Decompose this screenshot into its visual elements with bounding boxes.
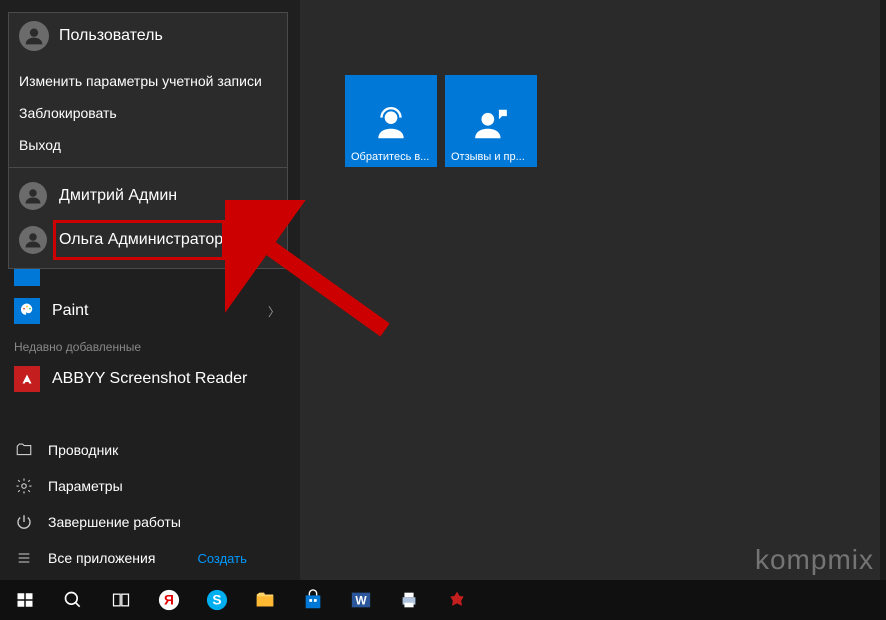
chevron-right-icon: 〉 [268,303,280,320]
settings-label: Параметры [48,478,123,494]
power-button[interactable]: Завершение работы [0,504,300,540]
start-bottom-menu: Проводник Параметры Завершение работы Вс… [0,432,300,580]
taskbar-skype[interactable]: S [194,580,240,620]
watermark: kompmix [755,544,874,576]
yandex-icon: Я [157,588,181,612]
user-avatar-icon [19,21,49,51]
app-item-paint[interactable]: Paint 〉 [0,292,300,330]
start-tiles-area: Обратитесь в... Отзывы и пр... [345,75,537,167]
switch-user-olga[interactable]: Ольга Администратор [9,218,287,262]
tile-label: Обратитесь в... [351,151,431,163]
svg-text:Я: Я [164,593,174,608]
user-account-popup: Пользователь Изменить параметры учетной … [8,12,288,269]
user-avatar-icon [19,226,47,254]
start-button[interactable] [2,580,48,620]
feedback-person-icon [471,104,511,144]
skype-icon: S [205,588,229,612]
all-apps-label[interactable]: Все приложения [48,550,155,566]
taskbar: Я S W [0,580,886,620]
settings-button[interactable]: Параметры [0,468,300,504]
search-button[interactable] [50,580,96,620]
all-apps-row: Все приложения Создать [0,540,300,576]
word-icon: W [349,588,373,612]
user-name-label: Ольга Администратор [59,231,223,249]
search-icon [61,588,85,612]
change-account-settings[interactable]: Изменить параметры учетной записи [9,65,287,97]
paint-icon [14,298,40,324]
taskbar-word[interactable]: W [338,580,384,620]
switch-user-dmitry[interactable]: Дмитрий Админ [9,174,287,218]
user-name-label: Дмитрий Админ [59,187,177,205]
explorer-button[interactable]: Проводник [0,432,300,468]
create-link[interactable]: Создать [197,551,246,566]
all-apps-icon[interactable] [14,548,34,568]
popup-divider [9,167,287,168]
tile-contact-support[interactable]: Обратитесь в... [345,75,437,167]
explorer-label: Проводник [48,442,118,458]
app-label: ABBYY Screenshot Reader [52,370,247,388]
taskbar-explorer[interactable] [242,580,288,620]
tile-label: Отзывы и пр... [451,151,531,163]
taskbar-store[interactable] [290,580,336,620]
red-app-icon [445,588,469,612]
start-menu-panel: Пользователь Изменить параметры учетной … [0,0,300,580]
store-icon [301,588,325,612]
task-view-icon [109,588,133,612]
app-label: Paint [52,302,88,320]
folder-icon [14,440,34,460]
tile-feedback[interactable]: Отзывы и пр... [445,75,537,167]
abbyy-icon [14,366,40,392]
lock-account[interactable]: Заблокировать [9,97,287,129]
sign-out[interactable]: Выход [9,129,287,161]
taskbar-app-red[interactable] [434,580,480,620]
start-apps-list: Paint 〉 Недавно добавленные ABBYY Screen… [0,260,300,398]
power-label: Завершение работы [48,514,181,530]
taskbar-yandex[interactable]: Я [146,580,192,620]
power-icon [14,512,34,532]
windows-icon [13,588,37,612]
printer-icon [397,588,421,612]
gear-icon [14,476,34,496]
task-view-button[interactable] [98,580,144,620]
current-user-name: Пользователь [59,27,163,45]
svg-text:W: W [355,594,367,608]
recently-added-label: Недавно добавленные [0,330,300,360]
app-item-abbyy[interactable]: ABBYY Screenshot Reader [0,360,300,398]
current-user-header[interactable]: Пользователь [9,13,287,65]
taskbar-printer[interactable] [386,580,432,620]
user-avatar-icon [19,182,47,210]
file-explorer-icon [253,588,277,612]
support-person-icon [371,104,411,144]
svg-text:S: S [212,593,221,608]
